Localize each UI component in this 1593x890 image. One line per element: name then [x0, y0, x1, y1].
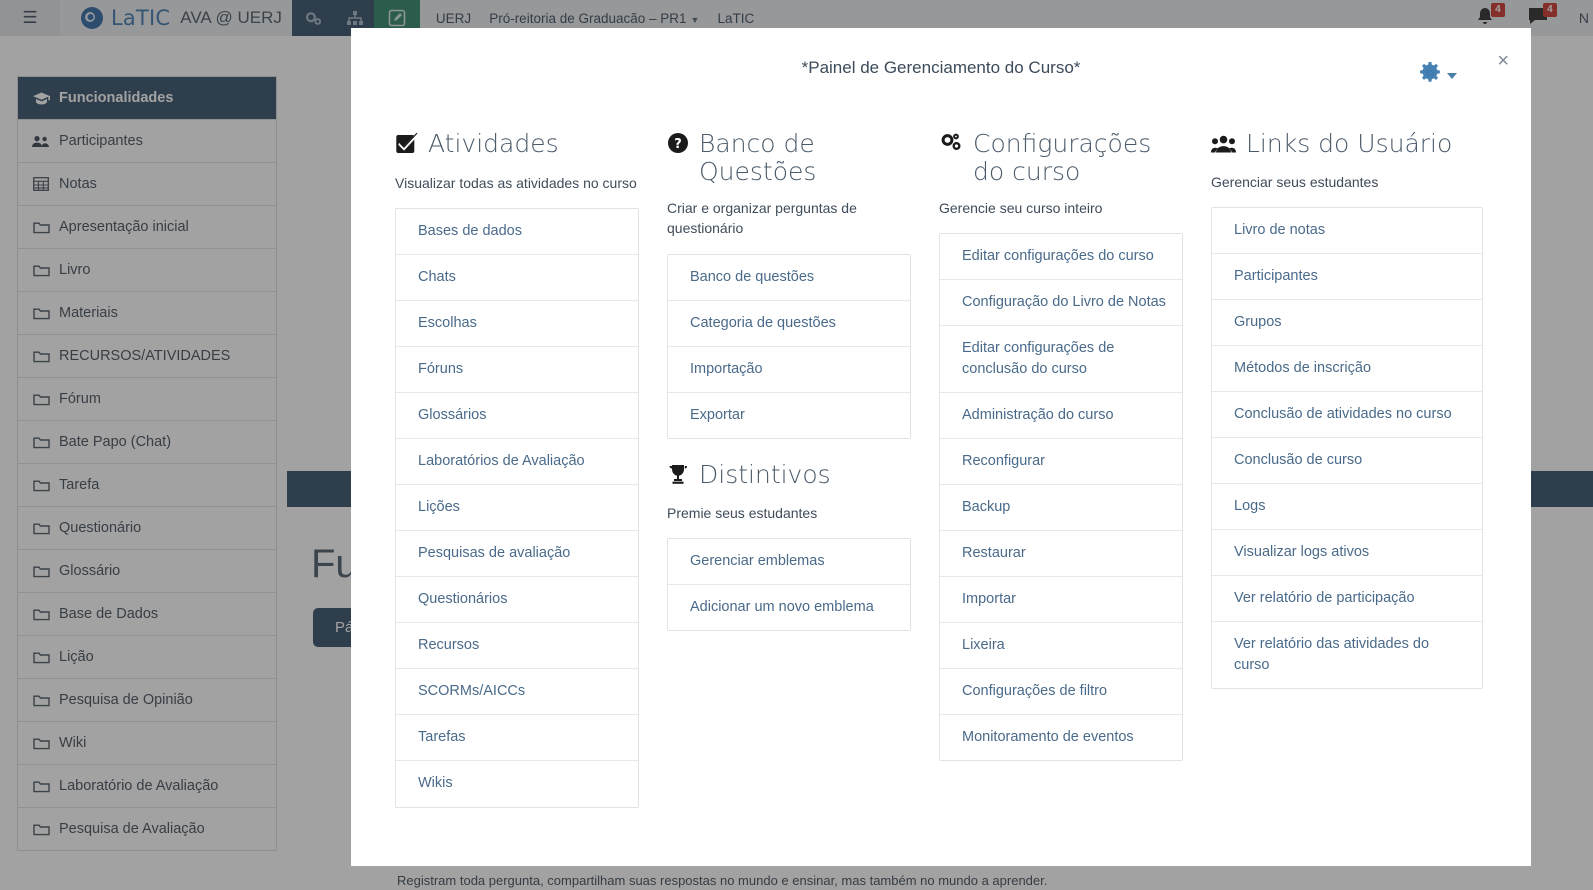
section-title-label: Links do Usuário — [1246, 129, 1453, 158]
section-link[interactable]: Conclusão de curso — [1212, 438, 1482, 485]
section-4: Links do Usuário Gerenciar seus estudante… — [1211, 130, 1483, 690]
close-icon[interactable]: × — [1491, 47, 1515, 75]
section-link[interactable]: Chats — [396, 255, 638, 302]
section-link[interactable]: Gerenciar emblemas — [668, 538, 910, 585]
modal-column-0: Atividades Visualizar todas as atividades… — [395, 130, 667, 808]
section-link[interactable]: Ver relatório de participação — [1212, 576, 1482, 623]
trophy-icon — [667, 463, 689, 491]
section-2: Distintivos Premie seus estudantes Gerenci… — [667, 459, 911, 631]
section-3: Configurações do curso Gerencie seu curso… — [939, 130, 1183, 762]
section-link[interactable]: Editar configurações de conclusão do cur… — [940, 326, 1182, 394]
section-link[interactable]: Ver relatório das atividades do curso — [1212, 622, 1482, 689]
section-link[interactable]: Recursos — [396, 623, 638, 670]
svg-text:?: ? — [674, 137, 682, 152]
section-description: Gerenciar seus estudantes — [1211, 174, 1379, 190]
section-link-group: Bases de dados Chats Escolhas Fóruns Glossár… — [395, 208, 639, 808]
section-link[interactable]: Importar — [940, 577, 1182, 624]
course-management-panel-modal: *Painel de Gerenciamento do Curso* × Ati… — [351, 28, 1531, 866]
modal-column-3: Links do Usuário Gerenciar seus estudante… — [1211, 130, 1483, 690]
users-group-icon — [1211, 132, 1236, 160]
section-link[interactable]: Exportar — [668, 392, 910, 438]
section-title-label: Atividades — [428, 129, 559, 158]
section-link[interactable]: Restaurar — [940, 531, 1182, 578]
section-link[interactable]: Banco de questões — [668, 254, 910, 301]
section-title: Configurações do curso — [939, 130, 1183, 186]
section-link-group: Editar configurações do curso Configuraçã… — [939, 233, 1183, 762]
section-link[interactable]: Lixeira — [940, 623, 1182, 670]
section-description: Criar e organizar perguntas de questioná… — [667, 200, 857, 237]
section-link[interactable]: Lições — [396, 485, 638, 532]
section-link-group: Gerenciar emblemas Adicionar um novo embl… — [667, 537, 911, 631]
chevron-down-icon — [1447, 72, 1457, 79]
cogs-icon — [939, 132, 963, 160]
section-1: ? Banco de Questões Criar e organizar perg… — [667, 130, 911, 439]
section-link[interactable]: Métodos de inscrição — [1212, 346, 1482, 393]
section-title-label: Distintivos — [699, 459, 831, 489]
section-link[interactable]: Conclusão de atividades no curso — [1212, 392, 1482, 439]
section-link[interactable]: Bases de dados — [396, 209, 638, 256]
section-link[interactable]: Backup — [940, 485, 1182, 532]
section-description: Premie seus estudantes — [667, 504, 818, 521]
modal-column-2: Configurações do curso Gerencie seu curso… — [939, 130, 1211, 762]
section-link[interactable]: Logs — [1212, 484, 1482, 531]
section-0: Atividades Visualizar todas as atividades… — [395, 130, 639, 808]
section-link[interactable]: Glossários — [396, 393, 638, 440]
modal-settings-menu[interactable] — [1419, 62, 1457, 89]
section-link[interactable]: Wikis — [396, 761, 638, 807]
modal-columns: Atividades Visualizar todas as atividades… — [351, 78, 1531, 808]
section-link[interactable]: Fóruns — [396, 347, 638, 394]
section-description: Visualizar todas as atividades no curso — [395, 175, 637, 191]
modal-column-1: ? Banco de Questões Criar e organizar perg… — [667, 130, 939, 631]
section-link[interactable]: Grupos — [1212, 300, 1482, 347]
section-link[interactable]: Monitoramento de eventos — [940, 715, 1182, 761]
section-link[interactable]: Questionários — [396, 577, 638, 624]
section-link[interactable]: Editar configurações do curso — [940, 234, 1182, 281]
gear-icon — [1419, 62, 1441, 89]
section-link[interactable]: SCORMs/AICCs — [396, 669, 638, 716]
section-link[interactable]: Laboratórios de Avaliação — [396, 439, 638, 486]
section-link[interactable]: Configuração do Livro de Notas — [940, 280, 1182, 327]
section-link-group: Livro de notas Participantes Grupos Métodos… — [1211, 207, 1483, 690]
modal-title: *Painel de Gerenciamento do Curso* — [801, 58, 1081, 77]
section-title: Links do Usuário — [1211, 130, 1483, 160]
section-link[interactable]: Importação — [668, 346, 910, 393]
section-link[interactable]: Tarefas — [396, 715, 638, 762]
question-circle-icon: ? — [667, 132, 689, 160]
section-link[interactable]: Pesquisas de avaliação — [396, 531, 638, 578]
section-link[interactable]: Configurações de filtro — [940, 669, 1182, 716]
app-root: Funcionalidades Participantes Notas Aprese… — [0, 0, 1593, 890]
section-title: Distintivos — [667, 459, 911, 491]
checked-box-icon — [395, 132, 419, 161]
section-link[interactable]: Escolhas — [396, 301, 638, 348]
section-link[interactable]: Participantes — [1212, 254, 1482, 301]
section-title: Atividades — [395, 130, 639, 161]
section-link[interactable]: Administração do curso — [940, 393, 1182, 440]
section-link[interactable]: Reconfigurar — [940, 439, 1182, 486]
section-link[interactable]: Livro de notas — [1212, 208, 1482, 255]
section-title-label: Configurações do curso — [973, 129, 1152, 186]
section-description: Gerencie seu curso inteiro — [939, 200, 1103, 216]
section-link[interactable]: Adicionar um novo emblema — [668, 584, 910, 630]
section-title: ? Banco de Questões — [667, 130, 911, 186]
section-link[interactable]: Categoria de questões — [668, 300, 910, 347]
section-title-label: Banco de Questões — [699, 129, 817, 186]
section-link[interactable]: Visualizar logs ativos — [1212, 530, 1482, 577]
section-link-group: Banco de questões Categoria de questões Im… — [667, 253, 911, 439]
